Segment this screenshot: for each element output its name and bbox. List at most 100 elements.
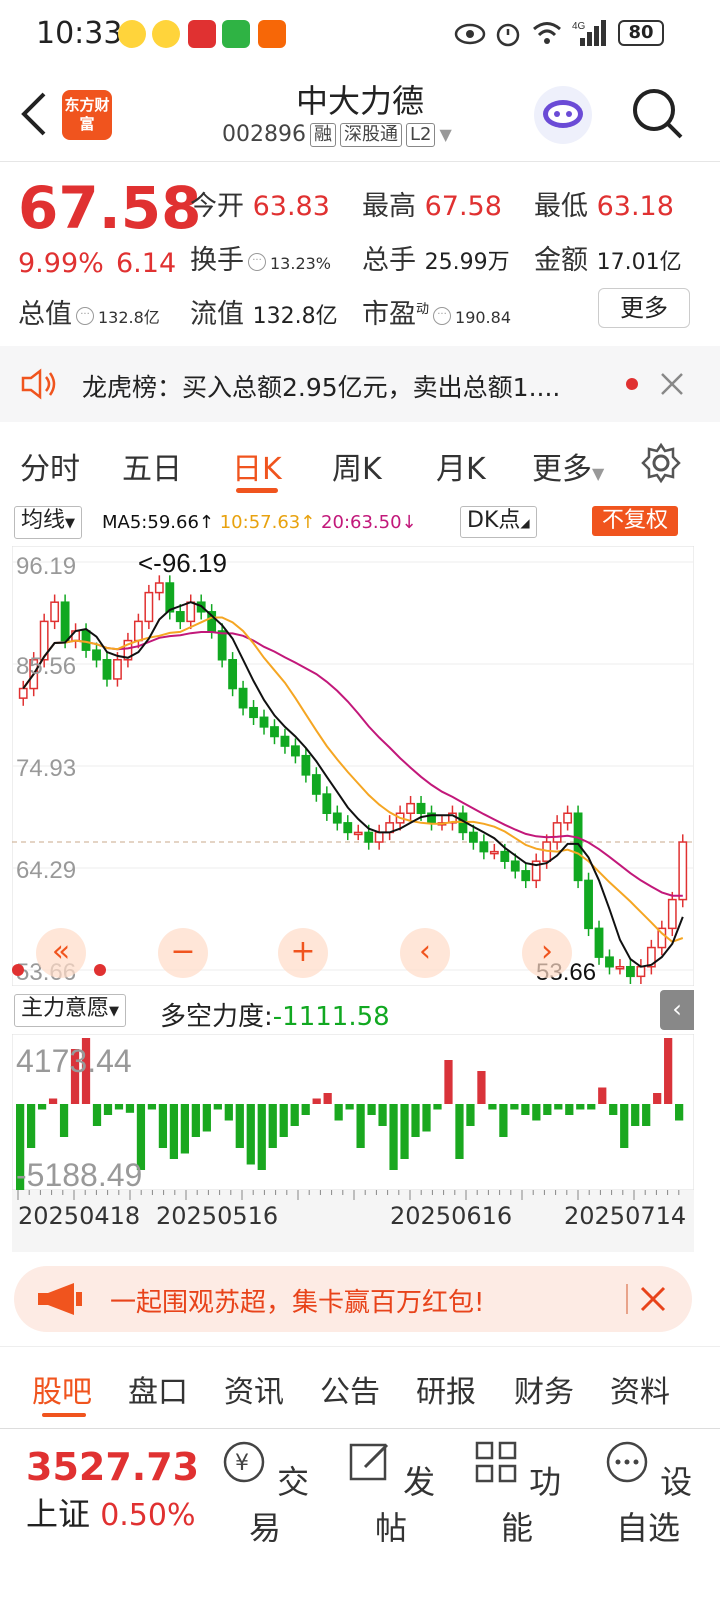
candle xyxy=(165,582,175,613)
indicator-toolbar: 主力意愿▼ 多空力度:-1111.58 ‹ xyxy=(0,990,720,1034)
indicator-bar xyxy=(631,1104,640,1126)
candle xyxy=(626,965,635,978)
indicator-bar xyxy=(664,1038,673,1104)
candle xyxy=(667,898,677,930)
candle xyxy=(280,735,290,747)
search-icon[interactable] xyxy=(630,86,684,140)
indicator-bar xyxy=(543,1104,552,1115)
status-bar: 10:33 4G 80 xyxy=(0,0,720,70)
info-icon[interactable]: ··· xyxy=(248,252,266,271)
tab-daily-k[interactable]: 日K xyxy=(232,444,282,488)
yen-exchange-icon: ¥ xyxy=(223,1441,265,1483)
tab-more[interactable]: 更多▼ xyxy=(532,444,604,488)
candle xyxy=(270,726,279,738)
collapse-panel-button[interactable]: ‹ xyxy=(660,990,694,1030)
indicator-bar xyxy=(466,1104,475,1126)
low-cell: 最低 63.18 xyxy=(534,184,674,223)
close-icon[interactable] xyxy=(640,1286,666,1312)
dk-label: DK点 xyxy=(467,508,521,533)
chart-toolbar: 均线▼ MA5:59.66↑ 10:57.63↑ 20:63.50↓ DK点◢ … xyxy=(0,502,720,544)
indicator-bar xyxy=(92,1104,102,1126)
turnover-label: 换手 xyxy=(190,245,244,276)
candle xyxy=(249,706,258,719)
tab-guba[interactable]: 股吧 xyxy=(32,1367,92,1411)
info-icon[interactable]: ··· xyxy=(433,306,452,325)
tab-news[interactable]: 资讯 xyxy=(224,1367,284,1411)
candle xyxy=(406,802,415,814)
ma-select[interactable]: 均线▼ xyxy=(14,506,83,539)
add-watchlist-button[interactable]: 设自选 xyxy=(588,1439,708,1549)
indicator-bar xyxy=(224,1104,233,1121)
candle xyxy=(144,591,154,623)
ma5-value: MA5:59.66↑ xyxy=(102,512,214,533)
indicator-bar xyxy=(554,1104,563,1110)
scroll-right-button[interactable]: › xyxy=(522,928,572,978)
active-tab-underline xyxy=(42,1413,86,1417)
ma20-value: 20:63.50↓ xyxy=(321,512,417,533)
stock-name: 中大力德 xyxy=(295,82,424,120)
tab-announcements[interactable]: 公告 xyxy=(320,1367,380,1411)
indicator-bar xyxy=(48,1098,58,1104)
indicator-bar xyxy=(587,1104,596,1110)
candle xyxy=(594,927,604,958)
info-icon[interactable]: ··· xyxy=(76,306,94,325)
mktcap-value: 132.8亿 xyxy=(98,308,160,327)
unread-dot xyxy=(626,378,638,390)
functions-button[interactable]: 功能 xyxy=(462,1439,572,1549)
indicator-select-label: 主力意愿 xyxy=(21,996,110,1021)
tab-profile[interactable]: 资料 xyxy=(610,1367,670,1411)
candle xyxy=(479,841,489,853)
gear-icon[interactable] xyxy=(640,442,682,484)
candle xyxy=(81,630,91,651)
more-quote-button[interactable]: 更多 xyxy=(598,288,690,328)
tab-finance[interactable]: 财务 xyxy=(514,1367,574,1411)
indicator-min-label: -5188.49 xyxy=(16,1157,142,1190)
mktcap-cell: 总值 ··· 132.8亿 xyxy=(18,292,160,331)
zoom-in-button[interactable]: + xyxy=(278,928,328,978)
post-button[interactable]: 发帖 xyxy=(336,1439,446,1549)
weibo-icon xyxy=(118,20,146,48)
tab-monthly-k[interactable]: 月K xyxy=(436,444,486,488)
pe-value: 190.84 xyxy=(455,308,511,327)
notice-bar[interactable]: 龙虎榜：买入总额2.95亿元，卖出总额1.... xyxy=(0,346,720,422)
adjust-button[interactable]: 不复权 xyxy=(592,506,679,536)
tab-orderbook[interactable]: 盘口 xyxy=(128,1367,188,1411)
stock-subtitle[interactable]: 002896 融 深股通 L2 ▼ xyxy=(222,122,452,147)
ma-legend: MA5:59.66↑ 10:57.63↑ 20:63.50↓ xyxy=(102,512,417,533)
indicator-chart[interactable]: 4173.44 -5188.49 xyxy=(12,1034,694,1190)
battery: 80 xyxy=(618,20,664,46)
candle xyxy=(113,659,122,680)
dk-point-select[interactable]: DK点◢ xyxy=(460,506,537,538)
candle xyxy=(92,649,101,661)
scroll-left-button[interactable]: ‹ xyxy=(400,928,450,978)
zoom-out-button[interactable]: − xyxy=(158,928,208,978)
candle xyxy=(552,822,562,843)
indicator-bar xyxy=(180,1104,189,1154)
index-change: 0.50% xyxy=(100,1498,196,1533)
tab-weekly-k[interactable]: 周K xyxy=(332,444,382,488)
promo-banner[interactable]: 一起围观苏超，集卡赢百万红包! xyxy=(14,1266,692,1332)
indicator-bar xyxy=(334,1104,343,1121)
indicator-bar xyxy=(301,1104,310,1115)
indicator-bar xyxy=(488,1104,497,1110)
indicator-bar xyxy=(422,1104,431,1132)
candle xyxy=(343,822,353,834)
indicator-bar xyxy=(312,1098,321,1104)
tab-five-day[interactable]: 五日 xyxy=(122,444,182,488)
indicator-select[interactable]: 主力意愿▼ xyxy=(14,994,127,1027)
tab-research[interactable]: 研报 xyxy=(416,1367,476,1411)
stock-header: 东方财富 中大力德 002896 融 深股通 L2 ▼ xyxy=(0,70,720,162)
scroll-left-fast-button[interactable]: « xyxy=(36,928,86,978)
robot-avatar-icon[interactable] xyxy=(532,84,594,146)
indicator-bar xyxy=(202,1104,211,1132)
close-icon[interactable] xyxy=(660,372,684,396)
candle xyxy=(615,965,625,970)
kline-chart[interactable]: 96.1985.5674.9364.2953.66 <-96.19 53.66 xyxy=(12,546,694,986)
trade-button[interactable]: ¥ 交易 xyxy=(210,1439,320,1549)
weibo-icon-2 xyxy=(152,20,180,48)
index-ticker[interactable]: 3527.73 上证 0.50% xyxy=(26,1445,199,1535)
indicator-bar xyxy=(411,1104,420,1137)
tab-intraday[interactable]: 分时 xyxy=(20,444,80,488)
candle xyxy=(678,841,688,901)
indicator-bar xyxy=(213,1104,222,1110)
